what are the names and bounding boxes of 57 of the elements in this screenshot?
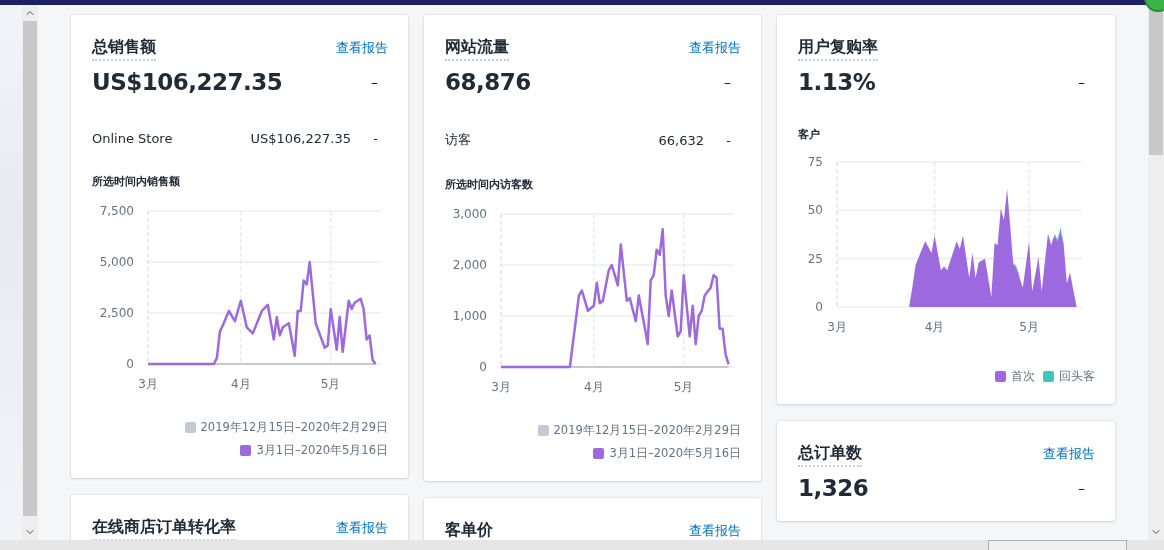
axis-label: 2,000: [452, 258, 487, 272]
chart-title: 所选时间内访客数: [445, 177, 534, 192]
horizontal-scrollbar[interactable]: [0, 540, 1164, 550]
metric-value: 1.13%: [798, 69, 876, 95]
view-report-link[interactable]: 查看报告: [336, 519, 388, 537]
legend-label: 3月1日–2020年5月16日: [609, 446, 741, 461]
axis-label: 5月: [320, 377, 341, 391]
axis-label: 3月: [138, 377, 158, 391]
axis-label: 1,000: [452, 309, 487, 323]
axis-label: 5,000: [99, 255, 134, 269]
view-report-link[interactable]: 查看报告: [689, 522, 741, 540]
axis-label: 5月: [673, 380, 694, 394]
axis-label: 75: [807, 155, 823, 169]
axis-label: 5月: [1019, 320, 1039, 334]
legend-label: 首次: [1011, 369, 1035, 384]
legend-label: 2019年12月15日–2020年2月29日: [553, 423, 741, 438]
view-report-link[interactable]: 查看报告: [689, 39, 741, 57]
axis-label: 7,500: [99, 204, 134, 218]
view-report-link[interactable]: 查看报告: [1043, 445, 1095, 463]
scroll-thumb[interactable]: [23, 21, 37, 516]
legend-label: 3月1日–2020年5月16日: [256, 443, 388, 458]
breakdown-change: -: [373, 131, 378, 146]
axis-label: 0: [815, 300, 823, 314]
axis-label: 4月: [924, 320, 945, 334]
breakdown-value: US$106,227.35: [250, 131, 351, 146]
breakdown-label: Online Store: [92, 131, 173, 146]
card-title: 总订单数: [798, 443, 862, 467]
card-title: 用户复购率: [798, 37, 878, 61]
view-report-link[interactable]: 查看报告: [336, 39, 388, 57]
metric-value: 68,876: [445, 69, 531, 95]
breakdown-value: 66,632: [658, 132, 704, 148]
axis-label: 3月: [827, 320, 847, 334]
axis-label: 2,500: [99, 306, 134, 320]
change-value: –: [1078, 74, 1085, 90]
legend-label: 2019年12月15日–2020年2月29日: [200, 420, 388, 435]
axis-label: 3,000: [452, 207, 487, 221]
card-title: 总销售额: [92, 37, 156, 61]
axis-label: 0: [479, 360, 487, 374]
axis-label: 50: [807, 203, 823, 218]
axis-label: 4月: [231, 377, 251, 391]
axis-label: 25: [807, 251, 823, 266]
change-value: –: [1078, 480, 1085, 496]
scrollbar[interactable]: [22, 5, 38, 540]
change-value: –: [371, 74, 378, 90]
axis-label: 3月: [491, 380, 511, 394]
chart-title: 客户: [798, 127, 821, 142]
breakdown-label: 访客: [445, 132, 471, 147]
chart-title: 所选时间内销售额: [92, 174, 181, 189]
change-value: –: [724, 74, 731, 90]
breakdown-change: -: [726, 132, 731, 148]
axis-label: 4月: [584, 380, 604, 394]
scroll-thumb[interactable]: [988, 540, 1127, 550]
legend-label: 回头客: [1059, 369, 1095, 384]
metric-value: US$106,227.35: [92, 69, 283, 95]
metric-value: 1,326: [798, 475, 869, 501]
card-title: 网站流量: [445, 37, 509, 61]
axis-label: 0: [126, 357, 134, 371]
